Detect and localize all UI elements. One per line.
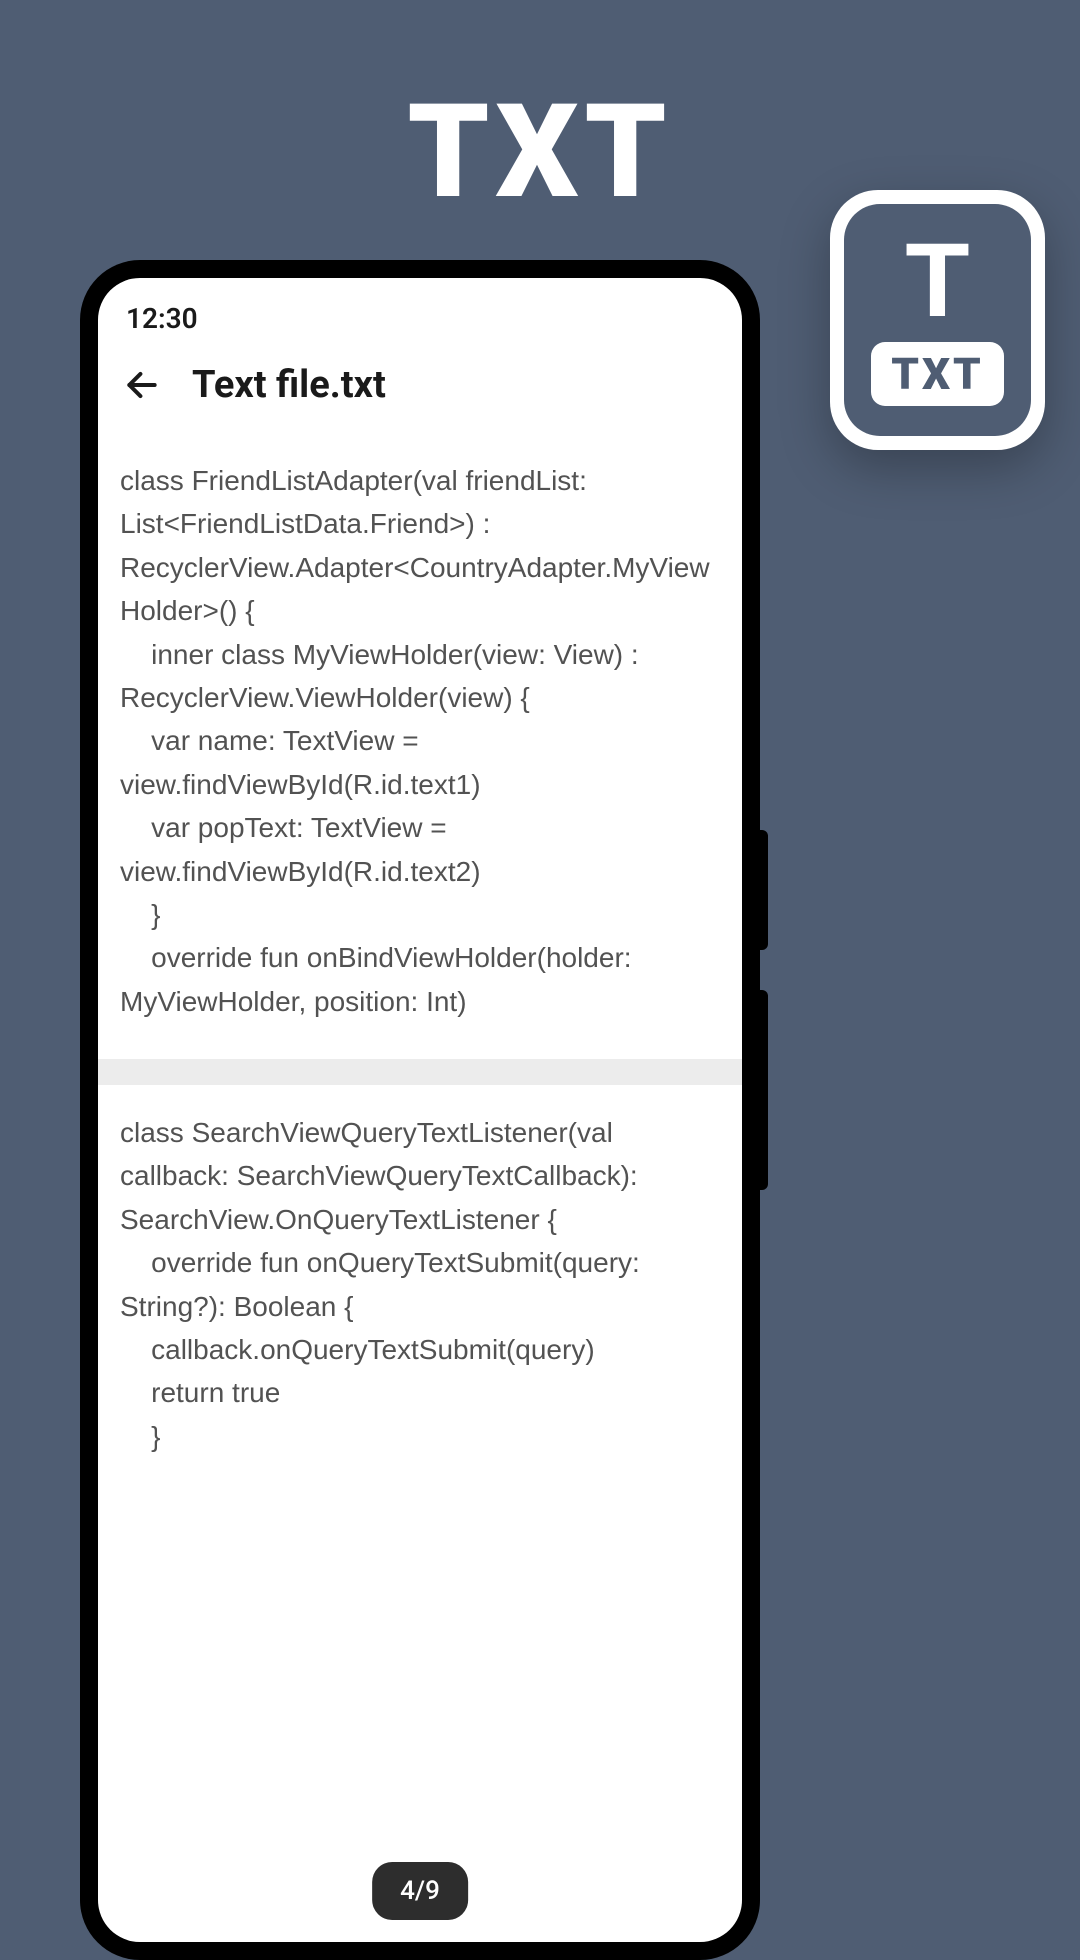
- status-time: 12:30: [126, 302, 198, 335]
- phone-side-button-1: [760, 830, 768, 950]
- content-divider: [98, 1059, 742, 1085]
- phone-screen: 12:30 Text file.txt class FriendListAdap…: [98, 278, 742, 1942]
- file-title: Text file.txt: [192, 363, 386, 407]
- back-button[interactable]: [122, 365, 162, 405]
- phone-side-button-2: [760, 990, 768, 1190]
- app-header: Text file.txt: [98, 345, 742, 433]
- icon-letter-t: T: [905, 234, 969, 329]
- page-indicator: 4/9: [372, 1862, 468, 1920]
- txt-app-icon-inner: T TXT: [844, 204, 1031, 436]
- code-block-1: class FriendListAdapter(val friendList: …: [98, 433, 742, 1059]
- content-area[interactable]: class FriendListAdapter(val friendList: …: [98, 433, 742, 1494]
- phone-frame: 12:30 Text file.txt class FriendListAdap…: [80, 260, 760, 1960]
- back-arrow-icon: [123, 366, 161, 404]
- icon-txt-badge: TXT: [871, 342, 1004, 406]
- code-block-2: class SearchViewQueryTextListener(val ca…: [98, 1085, 742, 1494]
- txt-app-icon: T TXT: [830, 190, 1045, 450]
- status-bar: 12:30: [98, 278, 742, 345]
